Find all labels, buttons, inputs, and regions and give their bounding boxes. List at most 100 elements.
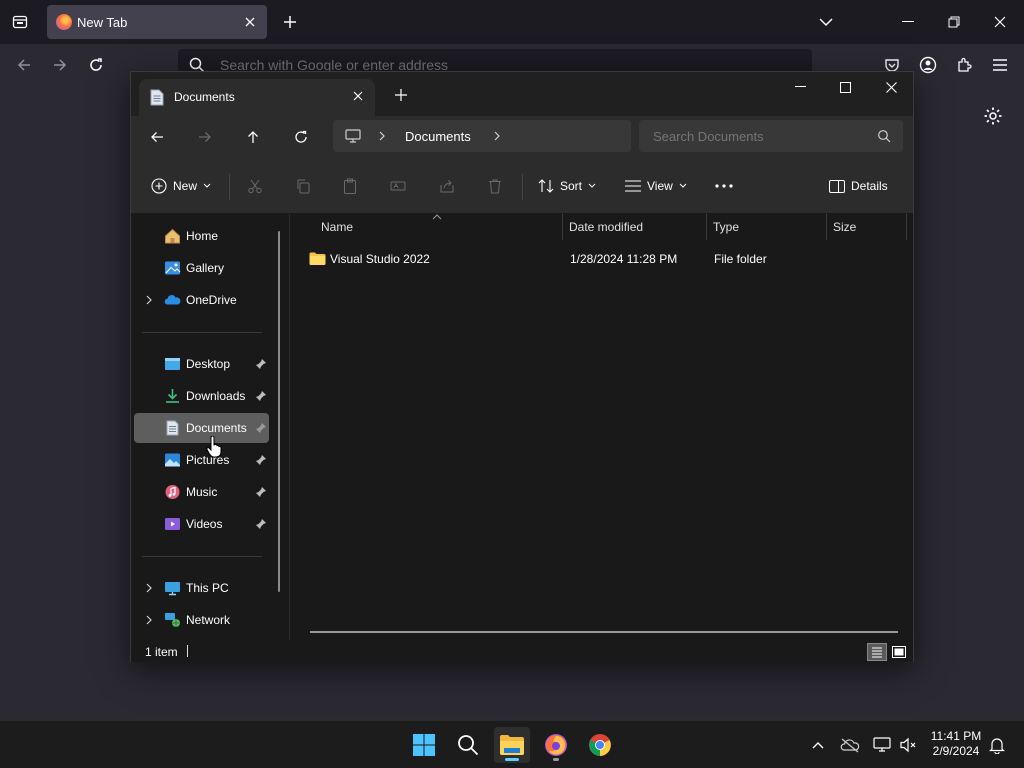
sidebar-item-label: Gallery [186,261,225,275]
explorer-title-bar: Documents [131,72,913,116]
notifications-icon[interactable] [987,735,1007,755]
refresh-icon[interactable] [289,126,313,148]
pin-icon [256,455,266,465]
sidebar-item-gallery[interactable]: Gallery [134,253,269,283]
windows-logo-icon [413,734,435,756]
cut-icon[interactable] [245,176,265,196]
sidebar-item-music[interactable]: Music [134,477,269,507]
maximize-icon[interactable] [833,77,857,97]
chevron-right-icon[interactable] [144,582,154,594]
delete-icon[interactable] [485,176,505,196]
details-label: Details [851,179,888,193]
column-header-size[interactable]: Size [827,214,907,240]
details-view-icon[interactable] [867,643,887,661]
sidebar-item-downloads[interactable]: Downloads [134,381,269,411]
sidebar-item-this-pc[interactable]: This PC [134,573,269,603]
new-label: New [173,179,198,193]
sidebar-item-onedrive[interactable]: OneDrive [134,285,269,315]
close-window-icon[interactable] [879,77,903,97]
search-box[interactable] [639,120,903,152]
minimize-icon[interactable] [898,12,918,32]
reload-icon[interactable] [85,54,107,76]
music-icon [165,485,180,499]
copy-icon[interactable] [293,176,313,196]
chevron-right-icon[interactable] [144,294,154,306]
videos-icon [165,518,180,530]
chevron-right-icon[interactable] [376,129,388,143]
list-all-tabs-icon[interactable] [817,12,835,32]
up-icon[interactable] [241,126,265,148]
sidebar-scrollbar[interactable] [278,231,280,592]
system-clock[interactable]: 11:41 PM 2/9/2024 [924,729,988,759]
paste-icon[interactable] [340,176,360,196]
documents-icon [150,89,164,106]
new-tab-icon[interactable] [280,12,300,32]
column-header-date[interactable]: Date modified [563,214,707,240]
account-icon[interactable] [917,54,939,76]
table-row[interactable]: Visual Studio 2022 1/28/2024 11:28 PM Fi… [300,246,900,272]
plus-circle-icon [151,178,167,194]
sidebar-item-videos[interactable]: Videos [134,509,269,539]
pin-icon [256,519,266,529]
gear-icon[interactable] [983,106,1003,126]
forward-icon[interactable] [49,54,71,76]
volume-muted-icon[interactable] [898,735,918,755]
menu-icon[interactable] [989,54,1011,76]
sidebar-item-desktop[interactable]: Desktop [134,349,269,379]
chevron-down-icon [588,183,596,188]
new-tab-icon[interactable] [393,87,409,103]
back-icon[interactable] [145,126,169,148]
horizontal-scrollbar[interactable] [310,631,898,633]
rename-icon[interactable] [388,176,408,196]
restore-icon[interactable] [944,12,964,32]
chevron-down-icon [203,183,211,188]
sidebar-item-network[interactable]: Network [134,605,269,635]
sidebar-item-documents[interactable]: Documents [134,413,269,443]
sidebar-item-home[interactable]: Home [134,221,269,251]
column-header-type[interactable]: Type [707,214,827,240]
chevron-right-icon[interactable] [144,614,154,626]
taskbar-chrome[interactable] [582,727,618,763]
new-button[interactable]: New [151,174,211,198]
divider [522,174,523,200]
more-options-icon[interactable] [714,176,734,196]
close-tab-icon[interactable] [241,13,259,31]
desktop-icon [165,358,180,370]
sidebar-item-pictures[interactable]: Pictures [134,445,269,475]
chevron-right-icon[interactable] [491,129,503,143]
minimize-icon[interactable] [788,77,812,97]
forward-icon[interactable] [193,126,217,148]
sidebar-item-label: Downloads [186,389,246,403]
breadcrumb[interactable]: Documents [333,120,631,152]
taskbar-file-explorer[interactable] [494,727,530,763]
network-status-icon[interactable] [872,735,892,755]
browser-tab[interactable]: New Tab [47,5,267,39]
view-button[interactable]: View [625,174,687,198]
chevron-up-icon[interactable] [808,735,828,755]
close-window-icon[interactable] [990,12,1010,32]
pictures-icon [165,453,180,467]
extensions-icon[interactable] [953,54,975,76]
share-icon[interactable] [437,176,457,196]
taskbar-firefox[interactable] [538,727,574,763]
close-tab-icon[interactable] [350,88,366,104]
text-caret [187,645,188,657]
sort-button[interactable]: Sort [538,174,596,198]
divider [229,174,230,200]
onedrive-offline-icon[interactable] [840,735,860,755]
firefox-view-icon[interactable] [10,12,30,32]
back-icon[interactable] [13,54,35,76]
breadcrumb-item[interactable]: Documents [405,129,471,144]
explorer-tab[interactable]: Documents [139,79,375,116]
details-button[interactable]: Details [829,174,888,198]
search-input[interactable] [653,127,863,145]
search-button[interactable] [450,727,486,763]
hand-cursor-icon [206,436,222,458]
sidebar-item-label: Music [186,485,218,499]
tiles-view-icon[interactable] [889,643,909,661]
pin-icon [256,391,266,401]
start-button[interactable] [406,727,442,763]
column-header-name[interactable]: Name [315,214,563,240]
chrome-icon [589,734,611,756]
sidebar-item-label: Network [186,613,231,627]
